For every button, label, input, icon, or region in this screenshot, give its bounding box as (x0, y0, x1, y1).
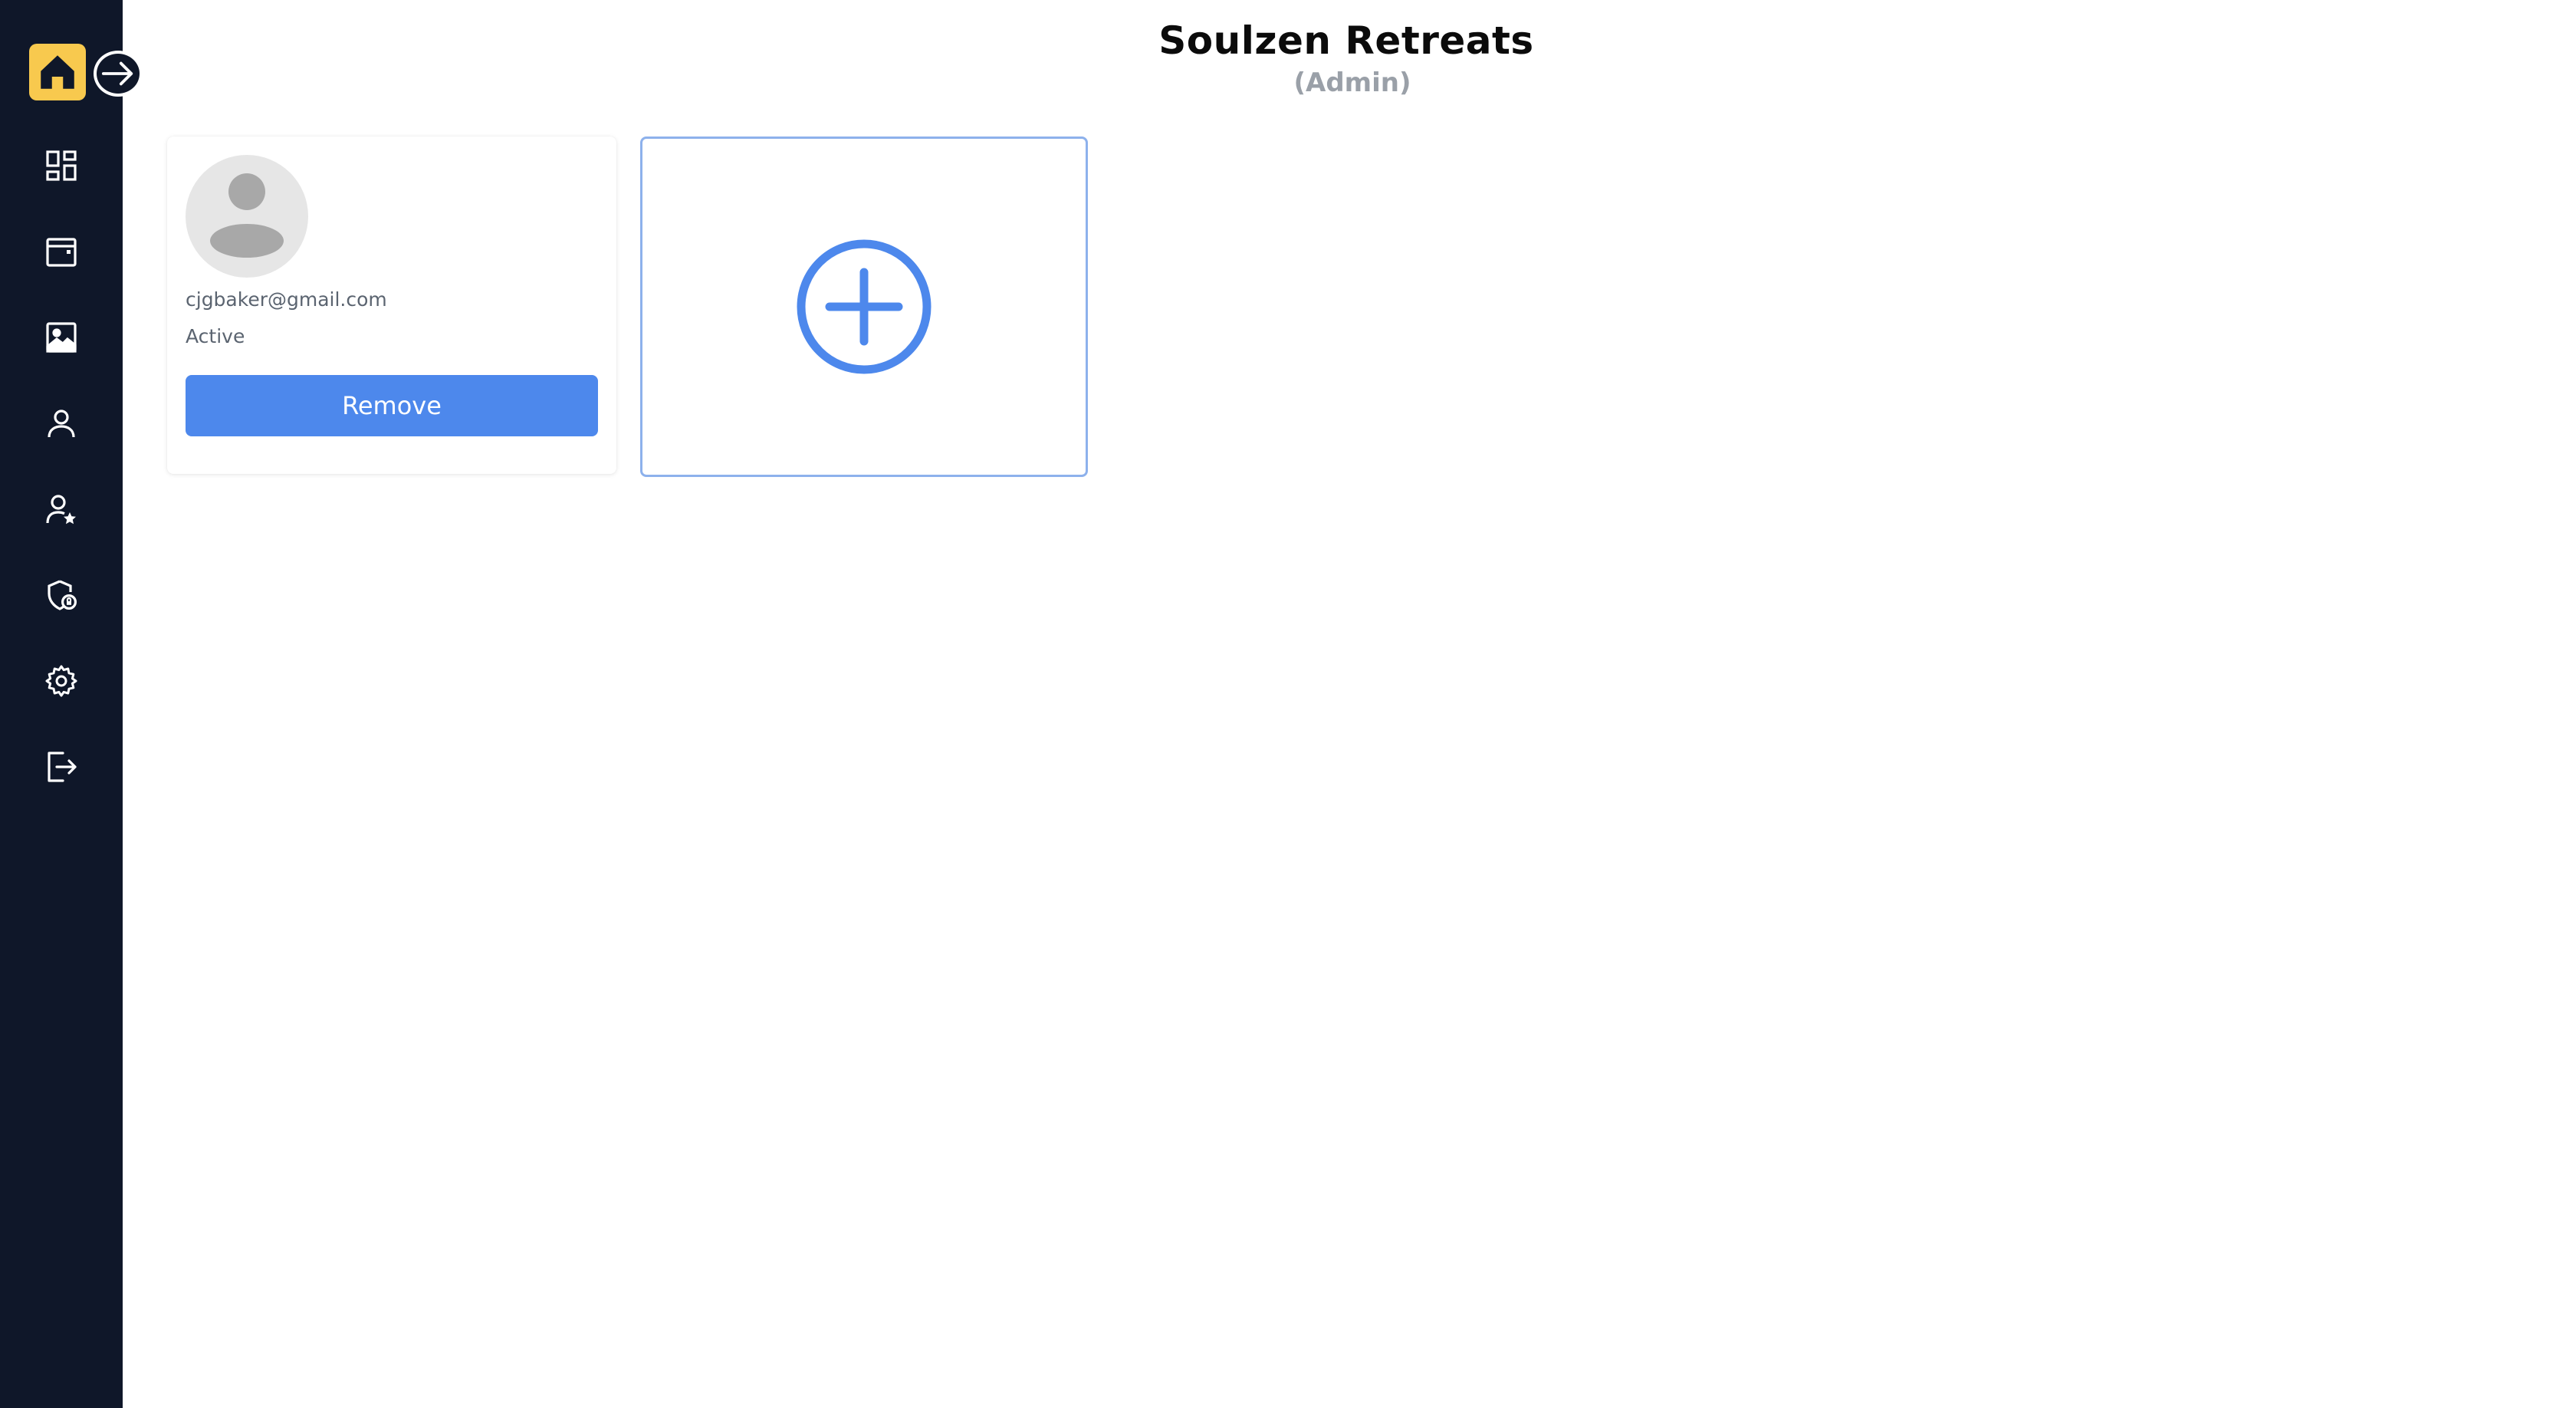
sidebar-item-user-star[interactable] (37, 485, 86, 534)
user-star-icon (46, 495, 76, 525)
logout-icon (48, 752, 77, 782)
sidebar-item-settings[interactable] (37, 656, 86, 706)
shield-lock-icon (48, 580, 77, 610)
default-avatar-icon (210, 173, 284, 258)
user-card: cjgbaker@gmail.com Active Remove (167, 137, 616, 474)
gear-icon (45, 665, 77, 697)
sidebar-item-gallery[interactable] (37, 313, 86, 362)
image-icon (46, 322, 77, 353)
sidebar-item-calendar[interactable] (37, 227, 86, 276)
dashboard-grid-icon (46, 150, 77, 181)
calendar-icon (46, 238, 77, 267)
user-status: Active (186, 325, 245, 347)
page-subtitle: (Admin) (1293, 67, 1411, 98)
sidebar-item-profile[interactable] (37, 399, 86, 448)
avatar (186, 155, 308, 278)
home-icon (41, 55, 74, 89)
page-header: Soulzen Retreats (Admin) (123, 18, 2576, 98)
add-user-card[interactable] (640, 137, 1088, 477)
page-title: Soulzen Retreats (1158, 18, 1534, 63)
sidebar-item-logout[interactable] (37, 742, 86, 791)
remove-user-button[interactable]: Remove (186, 375, 598, 436)
plus-circle-icon (797, 239, 932, 374)
user-icon (48, 410, 75, 438)
sidebar (0, 0, 143, 1408)
sidebar-item-dashboard[interactable] (37, 141, 86, 190)
sidebar-item-security[interactable] (37, 571, 86, 620)
home-button[interactable] (29, 44, 86, 100)
user-email: cjgbaker@gmail.com (186, 288, 387, 311)
